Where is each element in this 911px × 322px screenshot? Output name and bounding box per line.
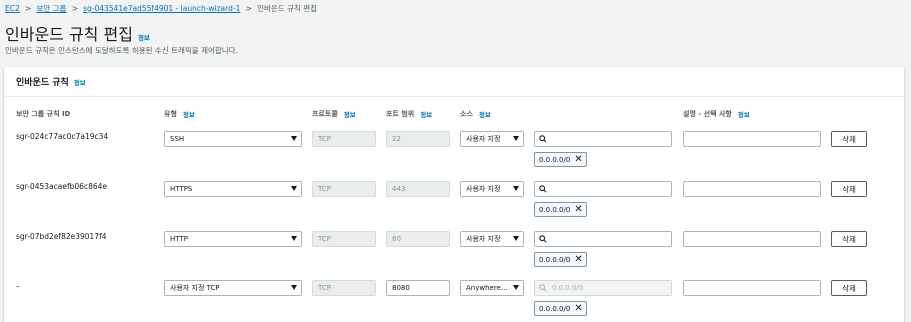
type-select[interactable]: HTTP (164, 231, 302, 247)
column-header-type: 유형 정보 (164, 109, 195, 119)
cidr-search-input[interactable] (534, 231, 672, 247)
caret-down-icon (291, 186, 297, 191)
type-select[interactable]: 사용자 지정 TCP (164, 280, 302, 296)
search-icon (539, 235, 547, 243)
port-range-input[interactable]: 8080 (386, 280, 450, 296)
close-icon[interactable]: ✕ (574, 204, 582, 215)
description-input[interactable] (683, 181, 821, 197)
breadcrumb-separator-icon: > (245, 4, 253, 13)
close-icon[interactable]: ✕ (574, 303, 582, 314)
search-icon (539, 185, 547, 193)
protocol-field: TCP (312, 181, 376, 197)
caret-down-icon (513, 186, 519, 191)
page-info-link[interactable]: 정보 (138, 32, 150, 42)
caret-down-icon (291, 236, 297, 241)
protocol-info-link[interactable]: 정보 (344, 109, 356, 119)
source-value: Anywhere... (466, 284, 508, 292)
breadcrumb-security-group[interactable]: sg-043541e7ad55f4901 - launch-wizard-1 (83, 4, 240, 13)
search-icon (539, 284, 547, 292)
cidr-search-input[interactable] (534, 181, 672, 197)
search-placeholder: 0.0.0.0/0 (552, 284, 584, 292)
type-value: SSH (170, 135, 185, 143)
type-value: 사용자 지정 TCP (170, 284, 220, 292)
type-info-link[interactable]: 정보 (183, 109, 195, 119)
cidr-token-label: 0.0.0.0/0 (539, 304, 571, 313)
column-header-protocol: 프로토콜 정보 (312, 109, 356, 119)
page-title: 인바운드 규칙 편집 (5, 25, 133, 44)
page-header: 인바운드 규칙 편집 정보 (5, 21, 150, 45)
type-select[interactable]: SSH (164, 131, 302, 147)
panel-title: 인바운드 규칙 (16, 78, 69, 88)
caret-down-icon (513, 285, 519, 290)
delete-button[interactable]: 삭제 (831, 231, 867, 247)
caret-down-icon (513, 236, 519, 241)
port-info-link[interactable]: 정보 (420, 109, 432, 119)
source-select[interactable]: 사용자 지정 (460, 181, 524, 197)
port-range-field: 22 (386, 131, 450, 147)
cidr-search-input[interactable] (534, 131, 672, 147)
delete-button[interactable]: 삭제 (831, 181, 867, 197)
cidr-token: 0.0.0.0/0 ✕ (534, 152, 587, 167)
protocol-field: TCP (312, 131, 376, 147)
port-range-field: 443 (386, 181, 450, 197)
source-value: 사용자 지정 (466, 235, 501, 243)
rule-id: sgr-0453acaefb06c864e (16, 182, 107, 191)
search-icon (539, 135, 547, 143)
cidr-token: 0.0.0.0/0 ✕ (534, 301, 587, 316)
column-header-description: 설명 - 선택 사항 정보 (683, 109, 750, 119)
source-select[interactable]: 사용자 지정 (460, 131, 524, 147)
description-input[interactable] (683, 231, 821, 247)
cidr-search-input: 0.0.0.0/0 (534, 280, 672, 296)
cidr-token: 0.0.0.0/0 ✕ (534, 202, 587, 217)
type-value: HTTP (170, 235, 188, 243)
type-select[interactable]: HTTPS (164, 181, 302, 197)
cidr-token-label: 0.0.0.0/0 (539, 155, 571, 164)
rule-id: – (16, 282, 20, 291)
breadcrumb-separator-icon: > (71, 4, 79, 13)
column-header-source: 소스 정보 (460, 109, 491, 119)
protocol-field: TCP (312, 231, 376, 247)
panel-info-link[interactable]: 정보 (74, 77, 86, 87)
inbound-rules-panel: 인바운드 규칙 정보 보안 그룹 규칙 ID 유형 정보 프로토콜 정보 포트 범위… (4, 67, 904, 322)
delete-button[interactable]: 삭제 (831, 280, 867, 296)
port-range-field: 80 (386, 231, 450, 247)
page-description: 인바운드 규칙은 인스턴스에 도달하도록 허용된 수신 트래픽을 제어합니다. (5, 46, 238, 55)
description-info-link[interactable]: 정보 (738, 109, 750, 119)
breadcrumb-security-groups[interactable]: 보안 그룹 (36, 3, 66, 14)
breadcrumb: EC2 > 보안 그룹 > sg-043541e7ad55f4901 - lau… (5, 3, 317, 14)
breadcrumb-ec2[interactable]: EC2 (5, 4, 20, 13)
delete-button[interactable]: 삭제 (831, 131, 867, 147)
column-header-rule-id: 보안 그룹 규칙 ID (16, 110, 71, 118)
description-input[interactable] (683, 131, 821, 147)
source-value: 사용자 지정 (466, 135, 501, 143)
protocol-field: TCP (312, 280, 376, 296)
cidr-token-label: 0.0.0.0/0 (539, 205, 571, 214)
source-value: 사용자 지정 (466, 185, 501, 193)
source-select[interactable]: Anywhere... (460, 280, 524, 296)
description-input[interactable] (683, 280, 821, 296)
source-select[interactable]: 사용자 지정 (460, 231, 524, 247)
breadcrumb-separator-icon: > (24, 4, 32, 13)
close-icon[interactable]: ✕ (574, 154, 582, 165)
panel-header: 인바운드 규칙 정보 (4, 67, 904, 97)
caret-down-icon (513, 136, 519, 141)
rule-id: sgr-024c77ac0c7a19c34 (16, 132, 109, 141)
column-header-port-range: 포트 범위 정보 (386, 109, 433, 119)
source-info-link[interactable]: 정보 (479, 109, 491, 119)
caret-down-icon (291, 285, 297, 290)
rule-id: sgr-07bd2ef82e39017f4 (16, 232, 107, 241)
cidr-token: 0.0.0.0/0 ✕ (534, 252, 587, 267)
close-icon[interactable]: ✕ (574, 254, 582, 265)
caret-down-icon (291, 136, 297, 141)
type-value: HTTPS (170, 185, 193, 193)
breadcrumb-current: 인바운드 규칙 편집 (257, 4, 318, 13)
cidr-token-label: 0.0.0.0/0 (539, 255, 571, 264)
